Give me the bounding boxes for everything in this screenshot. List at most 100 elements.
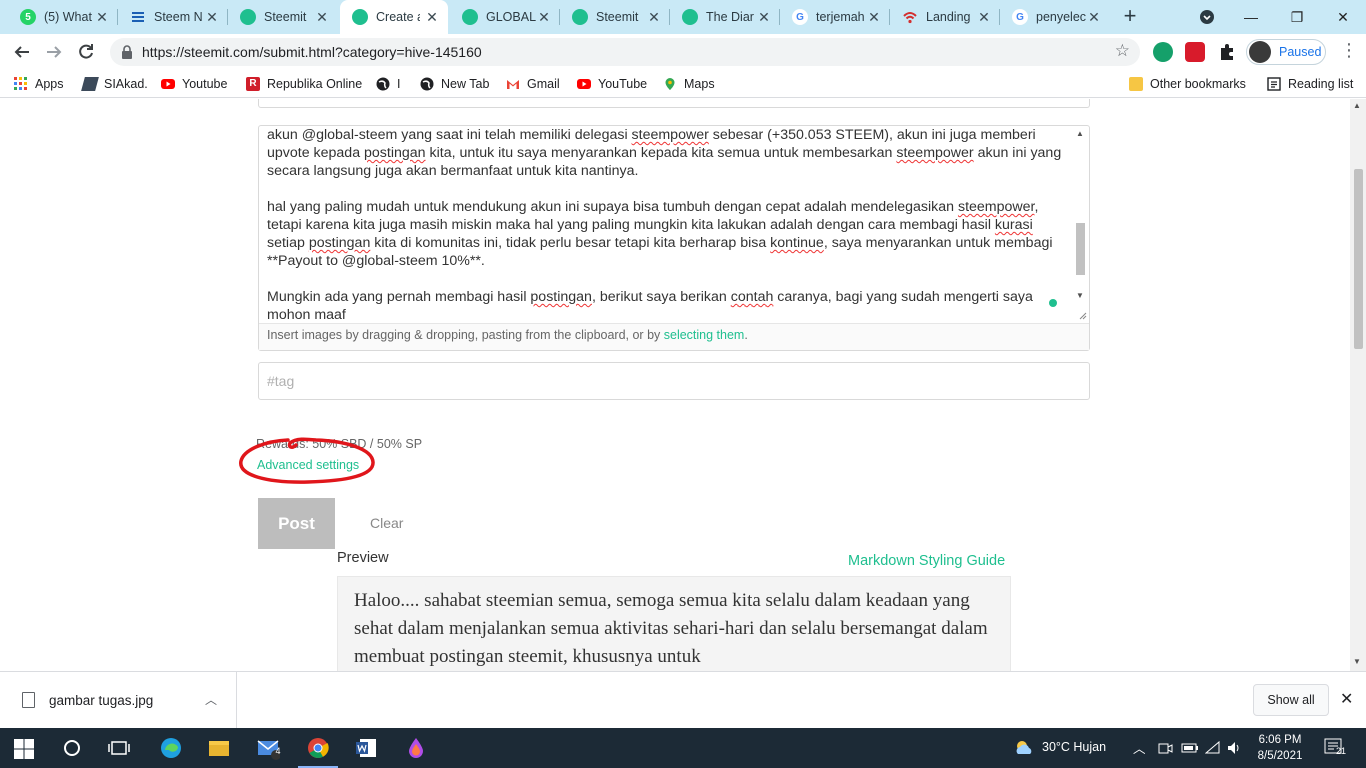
bookmark-apps[interactable]: Apps: [14, 75, 64, 93]
close-tab-icon[interactable]: ✕: [1086, 9, 1102, 25]
editor-text-run: Mungkin ada yang pernah membagi hasil: [267, 289, 531, 305]
bookmark-gmail[interactable]: Gmail: [506, 75, 560, 93]
misspelled-word: contah: [730, 289, 774, 305]
forward-button[interactable]: [40, 38, 68, 66]
chevron-up-icon[interactable]: ︿: [205, 691, 217, 708]
resize-handle-icon[interactable]: [1077, 310, 1087, 320]
bookmarks-bar: Apps SIAkad. Youtube R Republika Online …: [0, 70, 1366, 98]
wifi-icon[interactable]: [1205, 740, 1221, 756]
post-body-editor[interactable]: akun @global-steem yang saat ini telah m…: [258, 125, 1090, 351]
wifi-icon: [902, 9, 918, 25]
minimize-button[interactable]: —: [1228, 0, 1274, 34]
tab-steemit-1[interactable]: Steemit ✕: [228, 0, 338, 34]
close-tab-icon[interactable]: ✕: [424, 9, 440, 25]
meet-now-icon[interactable]: [1157, 740, 1173, 756]
close-window-button[interactable]: ✕: [1320, 0, 1366, 34]
editor-text-run: setiap: [267, 235, 309, 251]
tab-the-diary[interactable]: The Diar ✕: [670, 0, 780, 34]
tab-steem-news[interactable]: Steem N ✕: [118, 0, 228, 34]
page-scrollbar[interactable]: ▲ ▼: [1350, 99, 1366, 671]
file-explorer-icon[interactable]: [207, 736, 231, 760]
tab-create-post[interactable]: Create a ✕: [340, 0, 448, 34]
editor-paragraph: akun @global-steem yang saat ini telah m…: [267, 126, 1067, 180]
weather-cloud-icon[interactable]: [1012, 736, 1036, 760]
close-tab-icon[interactable]: ✕: [756, 9, 772, 25]
tab-global[interactable]: GLOBAL ✕: [450, 0, 560, 34]
menu-kebab-icon[interactable]: ⋮: [1340, 40, 1358, 61]
tags-input[interactable]: [258, 362, 1090, 400]
bookmark-i[interactable]: I: [376, 75, 400, 93]
task-view-icon[interactable]: [107, 736, 131, 760]
gmail-icon: [507, 80, 519, 89]
chrome-icon[interactable]: [306, 736, 330, 760]
bookmark-new-tab[interactable]: New Tab: [420, 75, 489, 93]
tab-terjemah[interactable]: G terjemah ✕: [780, 0, 890, 34]
close-tab-icon[interactable]: ✕: [94, 9, 110, 25]
page-content: akun @global-steem yang saat ini telah m…: [0, 99, 1366, 671]
reading-list[interactable]: Reading list: [1267, 75, 1353, 93]
chevron-up-icon[interactable]: ︿: [1133, 738, 1146, 757]
back-button[interactable]: [8, 38, 36, 66]
tab-penyelesaian[interactable]: G penyelec ✕: [1000, 0, 1110, 34]
tab-search-button[interactable]: [1184, 0, 1230, 34]
tab-landing[interactable]: Landing ✕: [890, 0, 1000, 34]
windows-start-icon[interactable]: [12, 737, 36, 761]
scroll-down-arrow-icon[interactable]: ▼: [1353, 657, 1361, 666]
system-clock[interactable]: 6:06 PM 8/5/2021: [1252, 732, 1308, 764]
bookmark-siakad[interactable]: SIAkad.: [81, 75, 148, 93]
volume-icon[interactable]: [1226, 740, 1242, 756]
grammarly-icon[interactable]: [1153, 42, 1173, 62]
show-all-downloads-button[interactable]: Show all: [1253, 684, 1329, 716]
close-tab-icon[interactable]: ✕: [314, 9, 330, 25]
bookmark-youtube[interactable]: Youtube: [161, 75, 227, 93]
close-tab-icon[interactable]: ✕: [976, 9, 992, 25]
avatar: [1249, 41, 1271, 63]
restore-button[interactable]: ❐: [1274, 0, 1320, 34]
clear-button[interactable]: Clear: [370, 515, 403, 531]
download-item[interactable]: gambar tugas.jpg ︿: [0, 672, 237, 728]
tab-steemit-2[interactable]: Steemit ✕: [560, 0, 670, 34]
select-images-link[interactable]: selecting them: [664, 328, 745, 342]
youtube-icon: [577, 79, 591, 89]
tab-whatsapp[interactable]: 5 (5) What ✕: [8, 0, 118, 34]
post-body-textarea[interactable]: akun @global-steem yang saat ini telah m…: [267, 126, 1067, 322]
markdown-guide-link[interactable]: Markdown Styling Guide: [848, 553, 1005, 569]
extension-red-icon[interactable]: [1185, 42, 1205, 62]
edge-browser-icon[interactable]: [159, 736, 183, 760]
grammarly-status-icon[interactable]: [1049, 299, 1057, 307]
drop-app-icon[interactable]: [404, 736, 428, 760]
address-bar[interactable]: https://steemit.com/submit.html?category…: [110, 38, 1140, 66]
apps-grid-icon: [14, 77, 27, 90]
other-bookmarks[interactable]: Other bookmarks: [1129, 75, 1246, 93]
weather-text[interactable]: 30°C Hujan: [1042, 740, 1106, 754]
bookmark-star-icon[interactable]: ☆: [1115, 41, 1130, 61]
search-icon[interactable]: [60, 736, 84, 760]
reload-button[interactable]: [72, 38, 100, 66]
close-tab-icon[interactable]: ✕: [646, 9, 662, 25]
word-icon[interactable]: [354, 736, 378, 760]
extensions-puzzle-icon[interactable]: [1217, 42, 1237, 62]
close-tab-icon[interactable]: ✕: [536, 9, 552, 25]
bookmark-youtube-2[interactable]: YouTube: [577, 75, 647, 93]
clock-time: 6:06 PM: [1258, 734, 1302, 746]
hint-text: Insert images by dragging & dropping, pa…: [267, 328, 664, 342]
close-tab-icon[interactable]: ✕: [204, 9, 220, 25]
editor-scroll-thumb[interactable]: [1076, 223, 1085, 275]
republika-icon: R: [246, 77, 260, 91]
editor-scrollbar[interactable]: ▲ ▼: [1072, 127, 1088, 321]
bookmark-republika[interactable]: R Republika Online: [246, 75, 362, 93]
close-download-bar-icon[interactable]: ✕: [1340, 689, 1353, 709]
title-input[interactable]: [258, 99, 1090, 108]
steemit-icon: [352, 9, 368, 25]
scroll-up-arrow-icon[interactable]: ▲: [1076, 129, 1084, 138]
post-button[interactable]: Post: [258, 498, 335, 549]
bookmark-maps[interactable]: Maps: [663, 75, 715, 93]
scroll-up-arrow-icon[interactable]: ▲: [1353, 101, 1361, 110]
close-tab-icon[interactable]: ✕: [866, 9, 882, 25]
new-tab-button[interactable]: +: [1118, 5, 1142, 29]
battery-icon[interactable]: [1181, 740, 1199, 756]
browser-toolbar: https://steemit.com/submit.html?category…: [0, 34, 1366, 70]
page-scroll-thumb[interactable]: [1354, 169, 1363, 349]
profile-button[interactable]: Paused: [1246, 39, 1326, 65]
scroll-down-arrow-icon[interactable]: ▼: [1076, 291, 1084, 300]
